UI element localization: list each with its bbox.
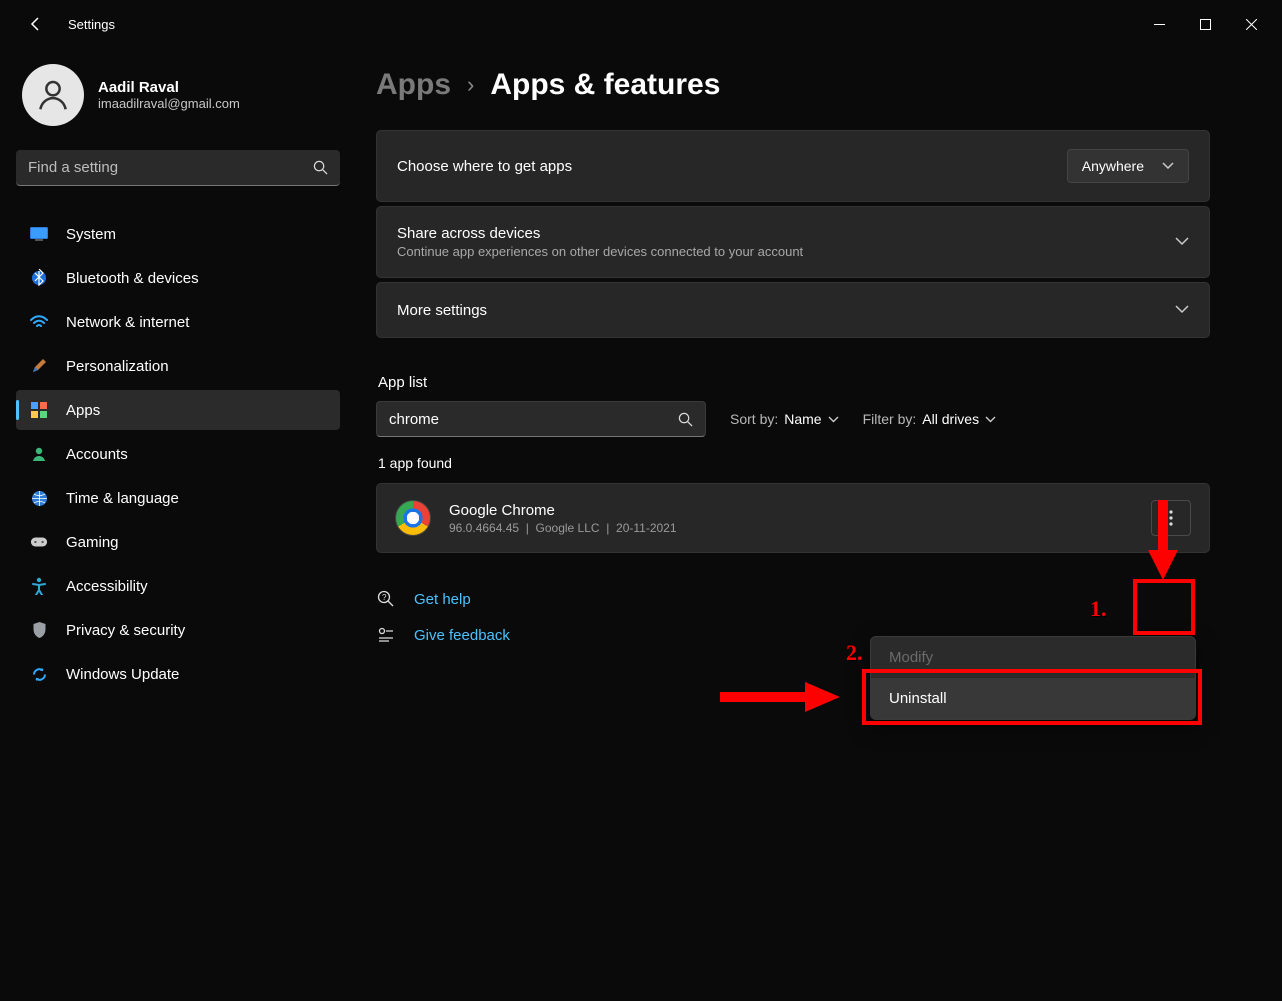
app-name: Google Chrome bbox=[449, 502, 1133, 519]
chevron-down-icon bbox=[828, 416, 839, 423]
gamepad-icon bbox=[30, 533, 48, 551]
chrome-icon bbox=[395, 500, 431, 536]
chevron-down-icon bbox=[1175, 233, 1189, 251]
sidebar: Aadil Raval imaadilraval@gmail.com Syste… bbox=[0, 48, 348, 1001]
chevron-right-icon: › bbox=[467, 72, 474, 98]
back-button[interactable] bbox=[20, 8, 52, 40]
nav-label: Gaming bbox=[66, 534, 119, 551]
apps-found-count: 1 app found bbox=[378, 455, 1210, 471]
nav-windows-update[interactable]: Windows Update bbox=[16, 654, 340, 694]
nav-label: Privacy & security bbox=[66, 622, 185, 639]
nav-gaming[interactable]: Gaming bbox=[16, 522, 340, 562]
nav-apps[interactable]: Apps bbox=[16, 390, 340, 430]
profile-name: Aadil Raval bbox=[98, 79, 240, 96]
nav-label: Accounts bbox=[66, 446, 128, 463]
nav-label: Personalization bbox=[66, 358, 169, 375]
card-title: Share across devices bbox=[397, 225, 1161, 242]
window-title: Settings bbox=[68, 17, 115, 32]
close-icon bbox=[1246, 19, 1257, 30]
app-context-menu: Modify Uninstall bbox=[870, 636, 1196, 720]
maximize-icon bbox=[1200, 19, 1211, 30]
close-button[interactable] bbox=[1228, 8, 1274, 40]
menu-modify: Modify bbox=[871, 637, 1195, 678]
help-text: Get help bbox=[414, 591, 471, 608]
search-icon bbox=[313, 160, 328, 175]
bluetooth-icon bbox=[30, 269, 48, 287]
nav-personalization[interactable]: Personalization bbox=[16, 346, 340, 386]
feedback-text: Give feedback bbox=[414, 627, 510, 644]
nav-label: Windows Update bbox=[66, 666, 179, 683]
card-more-settings[interactable]: More settings bbox=[376, 282, 1210, 338]
menu-uninstall[interactable]: Uninstall bbox=[871, 678, 1195, 719]
person-icon bbox=[34, 76, 72, 114]
card-get-apps[interactable]: Choose where to get apps Anywhere bbox=[376, 130, 1210, 202]
filter-dropdown[interactable]: Filter by: All drives bbox=[863, 411, 996, 427]
avatar bbox=[22, 64, 84, 126]
card-title: More settings bbox=[397, 302, 1161, 319]
help-icon: ? bbox=[376, 589, 396, 609]
more-vertical-icon bbox=[1169, 510, 1173, 526]
nav-accessibility[interactable]: Accessibility bbox=[16, 566, 340, 606]
nav-label: Network & internet bbox=[66, 314, 189, 331]
page-title: Apps & features bbox=[490, 68, 720, 102]
nav-bluetooth[interactable]: Bluetooth & devices bbox=[16, 258, 340, 298]
minimize-icon bbox=[1154, 19, 1165, 30]
nav-label: Time & language bbox=[66, 490, 179, 507]
globe-clock-icon bbox=[30, 489, 48, 507]
chevron-down-icon bbox=[1175, 301, 1189, 319]
get-apps-dropdown[interactable]: Anywhere bbox=[1067, 149, 1189, 183]
shield-icon bbox=[30, 621, 48, 639]
sort-value: Name bbox=[784, 411, 821, 427]
app-search-input[interactable] bbox=[389, 411, 678, 428]
search-icon bbox=[678, 412, 693, 427]
dropdown-value: Anywhere bbox=[1082, 158, 1144, 174]
app-search[interactable] bbox=[376, 401, 706, 437]
nav-time-language[interactable]: Time & language bbox=[16, 478, 340, 518]
app-meta: 96.0.4664.45 | Google LLC | 20-11-2021 bbox=[449, 521, 1133, 535]
nav-label: Bluetooth & devices bbox=[66, 270, 199, 287]
filter-label: Filter by: bbox=[863, 411, 917, 427]
feedback-icon bbox=[376, 625, 396, 645]
profile-block[interactable]: Aadil Raval imaadilraval@gmail.com bbox=[16, 64, 340, 126]
search-input[interactable] bbox=[28, 159, 313, 176]
app-row-chrome[interactable]: Google Chrome 96.0.4664.45 | Google LLC … bbox=[376, 483, 1210, 553]
profile-email: imaadilraval@gmail.com bbox=[98, 96, 240, 111]
nav-network[interactable]: Network & internet bbox=[16, 302, 340, 342]
account-icon bbox=[30, 445, 48, 463]
maximize-button[interactable] bbox=[1182, 8, 1228, 40]
get-help-link[interactable]: ? Get help bbox=[376, 589, 1210, 609]
main-content: Apps › Apps & features Choose where to g… bbox=[348, 48, 1282, 1001]
chevron-down-icon bbox=[985, 416, 996, 423]
card-title: Choose where to get apps bbox=[397, 158, 1053, 175]
app-more-button[interactable] bbox=[1151, 500, 1191, 536]
breadcrumb-parent[interactable]: Apps bbox=[376, 68, 451, 102]
paintbrush-icon bbox=[30, 357, 48, 375]
apps-icon bbox=[30, 401, 48, 419]
wifi-icon bbox=[30, 313, 48, 331]
nav-privacy[interactable]: Privacy & security bbox=[16, 610, 340, 650]
monitor-icon bbox=[30, 225, 48, 243]
filter-value: All drives bbox=[922, 411, 979, 427]
breadcrumb: Apps › Apps & features bbox=[376, 68, 1210, 102]
chevron-down-icon bbox=[1162, 162, 1174, 170]
nav-label: Accessibility bbox=[66, 578, 148, 595]
sort-dropdown[interactable]: Sort by: Name bbox=[730, 411, 839, 427]
nav-label: Apps bbox=[66, 402, 100, 419]
arrow-left-icon bbox=[28, 16, 44, 32]
sort-label: Sort by: bbox=[730, 411, 778, 427]
card-subtitle: Continue app experiences on other device… bbox=[397, 244, 1161, 259]
nav-label: System bbox=[66, 226, 116, 243]
card-share-devices[interactable]: Share across devices Continue app experi… bbox=[376, 206, 1210, 278]
applist-label: App list bbox=[378, 374, 1210, 391]
nav-accounts[interactable]: Accounts bbox=[16, 434, 340, 474]
nav-list: System Bluetooth & devices Network & int… bbox=[16, 214, 340, 694]
update-icon bbox=[30, 665, 48, 683]
nav-system[interactable]: System bbox=[16, 214, 340, 254]
svg-text:?: ? bbox=[382, 593, 387, 602]
accessibility-icon bbox=[30, 577, 48, 595]
minimize-button[interactable] bbox=[1136, 8, 1182, 40]
settings-search[interactable] bbox=[16, 150, 340, 186]
